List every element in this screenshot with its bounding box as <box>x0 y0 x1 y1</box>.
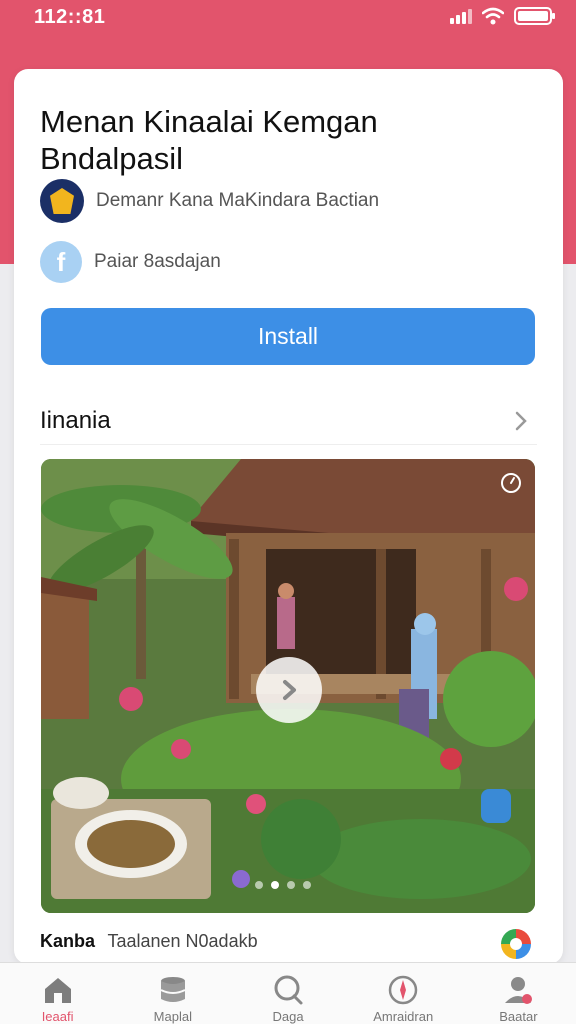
developer-row[interactable]: Demanr Kana MaKindara Bactian <box>40 179 379 223</box>
caption-row: Kanba Taalanen N0adakb <box>40 929 537 961</box>
home-icon <box>44 978 71 1003</box>
carousel-dot[interactable] <box>255 881 263 889</box>
section-title: Iinania <box>40 407 111 434</box>
publisher-row[interactable]: f Paiar 8asdajan <box>40 241 221 283</box>
play-icon <box>283 680 296 700</box>
app-detail-card: Menan Kinaalai Kemgan Bndalpasil Demanr … <box>14 69 563 964</box>
nav-label: Ieaafi <box>41 1009 74 1024</box>
chevron-right-icon[interactable] <box>509 409 533 433</box>
install-button[interactable]: Install <box>41 308 535 365</box>
nav-item-search[interactable]: Daga <box>230 963 345 1024</box>
app-title: Menan Kinaalai Kemgan Bndalpasil <box>40 104 378 176</box>
section-header[interactable]: Iinania <box>40 405 537 445</box>
signal-icon <box>450 8 472 24</box>
status-bar: 112::81 <box>0 0 576 34</box>
nav-item-maplal[interactable]: Maplal <box>115 963 230 1024</box>
nav-label: Baatar <box>499 1009 538 1024</box>
carousel-dots[interactable] <box>255 881 311 889</box>
brand-logo-icon <box>501 929 531 959</box>
caption-label: Kanba <box>40 931 96 951</box>
nav-item-compass[interactable]: Amraidran <box>346 963 461 1024</box>
nav-label: Amraidran <box>373 1009 434 1024</box>
nav-item-home[interactable]: Ieaafi <box>0 963 115 1024</box>
nav-label: Maplal <box>153 1009 192 1024</box>
caption-text: Taalanen N0adakb <box>107 931 258 951</box>
publisher-name: Paiar 8asdajan <box>94 251 221 272</box>
wifi-icon <box>482 7 504 25</box>
carousel-dot[interactable] <box>303 881 311 889</box>
publisher-icon: f <box>40 241 82 283</box>
nav-item-profile[interactable]: Baatar <box>461 963 576 1024</box>
bottom-nav: Ieaafi Maplal Daga Amraidran Baatar <box>0 962 576 1024</box>
nav-label: Daga <box>272 1009 304 1024</box>
carousel-dot[interactable] <box>271 881 279 889</box>
developer-avatar <box>40 179 84 223</box>
developer-name: Demanr Kana MaKindara Bactian <box>96 190 380 211</box>
compass-icon <box>388 975 418 1005</box>
database-icon <box>160 977 186 1002</box>
media-preview[interactable] <box>41 459 535 913</box>
search-icon <box>274 975 303 1005</box>
profile-icon <box>505 977 533 1004</box>
status-icons <box>450 7 555 25</box>
play-button[interactable] <box>256 657 322 723</box>
status-time: 112::81 <box>34 6 106 28</box>
battery-icon <box>514 7 555 25</box>
carousel-dot[interactable] <box>287 881 295 889</box>
timer-icon <box>501 473 521 493</box>
